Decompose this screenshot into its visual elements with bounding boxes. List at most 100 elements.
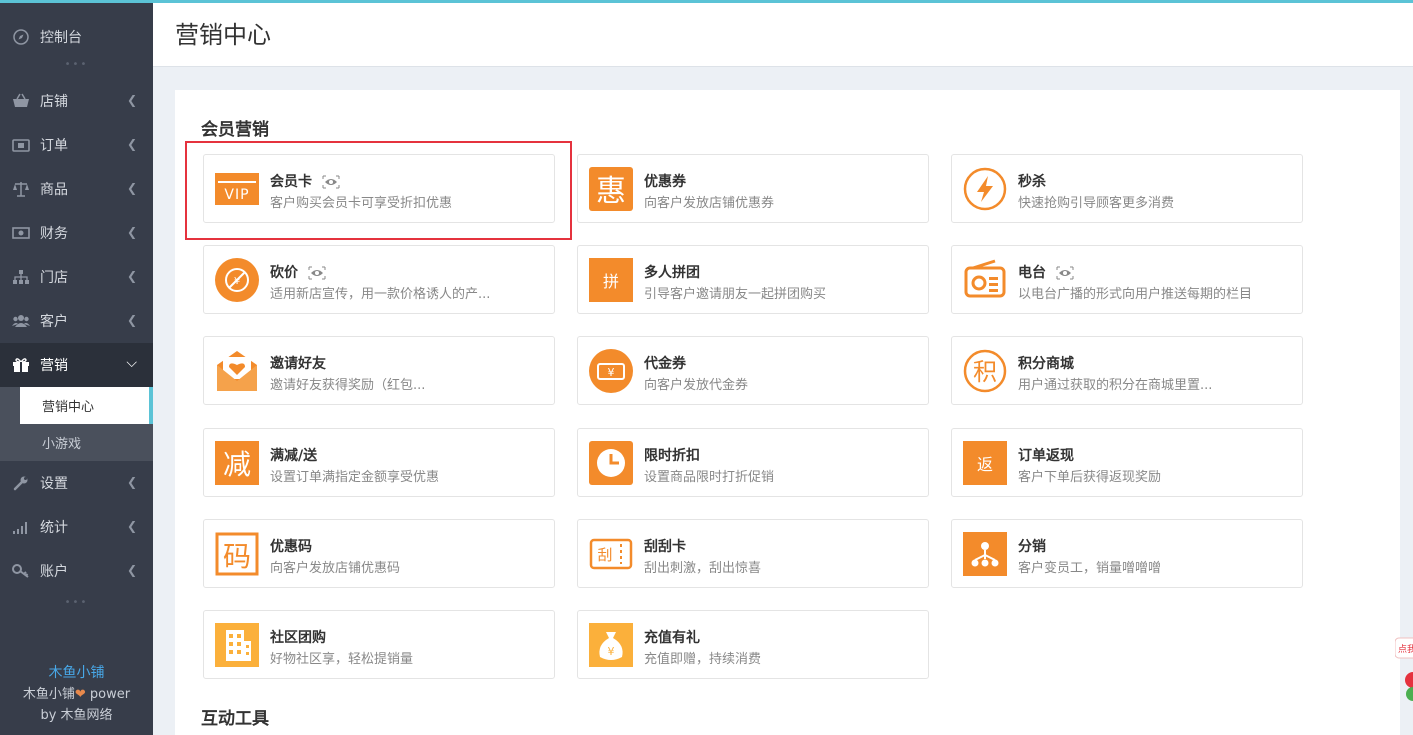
tool-card-title: 秒杀 xyxy=(1018,174,1046,190)
code-ma-icon: 码 xyxy=(215,532,259,576)
tool-card-title: 订单返现 xyxy=(1018,448,1074,464)
tool-card-community-group-buy[interactable]: 社区团购 好物社区享，轻松提销量 xyxy=(203,610,555,679)
sidebar-item-dashboard[interactable]: 控制台 xyxy=(0,15,153,59)
tool-card-distribution[interactable]: 分销 客户变员工，销量噌噌噌 xyxy=(951,519,1303,588)
tool-card-title: 会员卡 xyxy=(270,171,340,193)
invite-envelope-icon xyxy=(215,349,259,393)
cashback-icon: 返 xyxy=(963,441,1007,485)
submenu-item-mini-games[interactable]: 小游戏 xyxy=(0,424,153,461)
tool-card-title: 分销 xyxy=(1018,539,1046,555)
tool-card-member-card[interactable]: VIP 会员卡客户购买会员卡可享受折扣优惠 xyxy=(203,154,555,223)
svg-text:积: 积 xyxy=(973,358,997,386)
tool-card-description: 引导客户邀请朋友一起拼团购买 xyxy=(644,287,827,302)
chevron-left-icon: ❮ xyxy=(126,181,137,195)
sidebar-item-account[interactable]: 账户 ❮ xyxy=(0,549,153,593)
sidebar-item-label: 营销 xyxy=(40,358,68,374)
sidebar-item-orders[interactable]: 订单 ❮ xyxy=(0,123,153,167)
floating-service-widget[interactable]: 点我 xyxy=(1394,636,1413,706)
brand-by: by 木鱼网络 xyxy=(40,708,113,723)
clock-icon xyxy=(589,441,633,485)
tool-card-invite-friends[interactable]: 邀请好友邀请好友获得奖励（红包... xyxy=(203,336,555,405)
tool-card-voucher[interactable]: ¥ 代金券 向客户发放代金券 xyxy=(577,336,929,405)
tool-card-title: 限时折扣 xyxy=(644,448,700,464)
chevron-left-icon: ❮ xyxy=(126,269,137,283)
hui-icon: 惠 xyxy=(589,167,633,211)
sidebar-item-customers[interactable]: 客户 ❮ xyxy=(0,299,153,343)
preview-eye-icon[interactable] xyxy=(322,175,340,193)
svg-text:惠: 惠 xyxy=(596,174,626,209)
tool-card-title: 优惠券 xyxy=(644,174,686,190)
sidebar-item-marketing[interactable]: 营销 ⌵ xyxy=(0,343,153,387)
key-icon xyxy=(12,562,30,580)
tool-card-description: 向客户发放店铺优惠码 xyxy=(270,561,401,576)
svg-text:码: 码 xyxy=(223,540,251,573)
group-buy-icon: 拼 xyxy=(589,258,633,302)
svg-text:VIP: VIP xyxy=(224,187,249,203)
preview-eye-icon[interactable] xyxy=(308,266,326,284)
points-icon: 积 xyxy=(963,349,1007,393)
tool-card-bargain[interactable]: ¥ 砍价 适用新店宣传，用一款价格诱人的产... xyxy=(203,245,555,314)
submenu-item-marketing-center[interactable]: 营销中心 xyxy=(20,387,153,424)
tool-card-description: 客户购买会员卡可享受折扣优惠 xyxy=(270,196,453,211)
top-accent-line xyxy=(0,0,1413,3)
tool-card-description: 快速抢购引导顾客更多消费 xyxy=(1018,196,1175,211)
tool-card-title: 代金券 xyxy=(644,356,686,372)
sidebar-item-goods[interactable]: 商品 ❮ xyxy=(0,167,153,211)
sidebar-item-label: 门店 xyxy=(40,270,68,286)
sidebar-item-label: 店铺 xyxy=(40,94,68,110)
tool-card-order-cashback[interactable]: 返 订单返现客户下单后获得返现奖励 xyxy=(951,428,1303,497)
wallet-icon xyxy=(12,136,30,154)
tool-card-description: 好物社区享，轻松提销量 xyxy=(270,652,414,667)
distribution-icon xyxy=(963,532,1007,576)
svg-text:拼: 拼 xyxy=(603,272,619,291)
brand-name[interactable]: 木鱼小铺 xyxy=(0,663,153,684)
tool-card-scratch-card[interactable]: 刮 刮刮卡 刮出刺激，刮出惊喜 xyxy=(577,519,929,588)
tool-card-title: 电台 xyxy=(1018,262,1074,284)
chevron-left-icon: ❮ xyxy=(126,137,137,151)
wrench-icon xyxy=(12,474,30,492)
preview-eye-icon[interactable] xyxy=(1056,266,1074,284)
tool-card-flash-sale[interactable]: 秒杀快速抢购引导顾客更多消费 xyxy=(951,154,1303,223)
chevron-left-icon: ❮ xyxy=(126,225,137,239)
tool-card-title: 优惠码 xyxy=(270,539,312,555)
sidebar-item-label: 订单 xyxy=(40,138,68,154)
tool-card-title: 多人拼团 xyxy=(644,265,700,281)
sidebar-item-label: 设置 xyxy=(40,476,68,492)
sidebar-item-label: 商品 xyxy=(40,182,68,198)
chevron-left-icon: ❮ xyxy=(126,519,137,533)
tool-card-group-buy[interactable]: 拼 多人拼团引导客户邀请朋友一起拼团购买 xyxy=(577,245,929,314)
money-bag-icon: ¥ xyxy=(589,623,633,667)
discount-jian-icon: 减 xyxy=(215,441,259,485)
voucher-icon: ¥ xyxy=(589,349,633,393)
sidebar-item-finance[interactable]: 财务 ❮ xyxy=(0,211,153,255)
tool-card-full-reduction[interactable]: 减 满减/送 设置订单满指定金额享受优惠 xyxy=(203,428,555,497)
tool-card-description: 刮出刺激，刮出惊喜 xyxy=(644,561,762,576)
scale-icon xyxy=(12,180,30,198)
svg-text:¥: ¥ xyxy=(234,276,240,287)
page-title: 营销中心 xyxy=(175,21,271,49)
money-icon xyxy=(12,224,30,242)
radio-icon xyxy=(963,258,1007,302)
sidebar-item-stores[interactable]: 门店 ❮ xyxy=(0,255,153,299)
sidebar-item-settings[interactable]: 设置 ❮ xyxy=(0,461,153,505)
chevron-down-icon: ⌵ xyxy=(126,355,137,371)
tool-card-description: 客户下单后获得返现奖励 xyxy=(1018,470,1162,485)
chevron-left-icon: ❮ xyxy=(126,475,137,489)
tool-card-coupon[interactable]: 惠 优惠券 向客户发放店铺优惠券 xyxy=(577,154,929,223)
sidebar-item-label: 财务 xyxy=(40,226,68,242)
tool-card-limited-discount[interactable]: 限时折扣设置商品限时打折促销 xyxy=(577,428,929,497)
tool-card-radio[interactable]: 电台 以电台广播的形式向用户推送每期的栏目 xyxy=(951,245,1303,314)
chevron-left-icon: ❮ xyxy=(126,313,137,327)
tool-card-points-mall[interactable]: 积 积分商城 用户通过获取的积分在商城里置... xyxy=(951,336,1303,405)
brand-footer: 木鱼小铺 木鱼小铺❤ power by 木鱼网络 xyxy=(0,663,153,726)
tool-card-description: 设置商品限时打折促销 xyxy=(644,470,775,485)
sitemap-icon xyxy=(12,268,30,286)
tool-card-description: 邀请好友获得奖励（红包... xyxy=(270,378,426,393)
sidebar-item-shop[interactable]: 店铺 ❮ xyxy=(0,79,153,123)
users-icon xyxy=(12,312,30,330)
tool-card-title: 邀请好友 xyxy=(270,356,326,372)
tool-card-recharge-gift[interactable]: ¥ 充值有礼 充值即赠，持续消费 xyxy=(577,610,929,679)
sidebar-item-statistics[interactable]: 统计 ❮ xyxy=(0,505,153,549)
tool-card-promo-code[interactable]: 码 优惠码向客户发放店铺优惠码 xyxy=(203,519,555,588)
sidebar-item-label: 控制台 xyxy=(40,30,82,46)
